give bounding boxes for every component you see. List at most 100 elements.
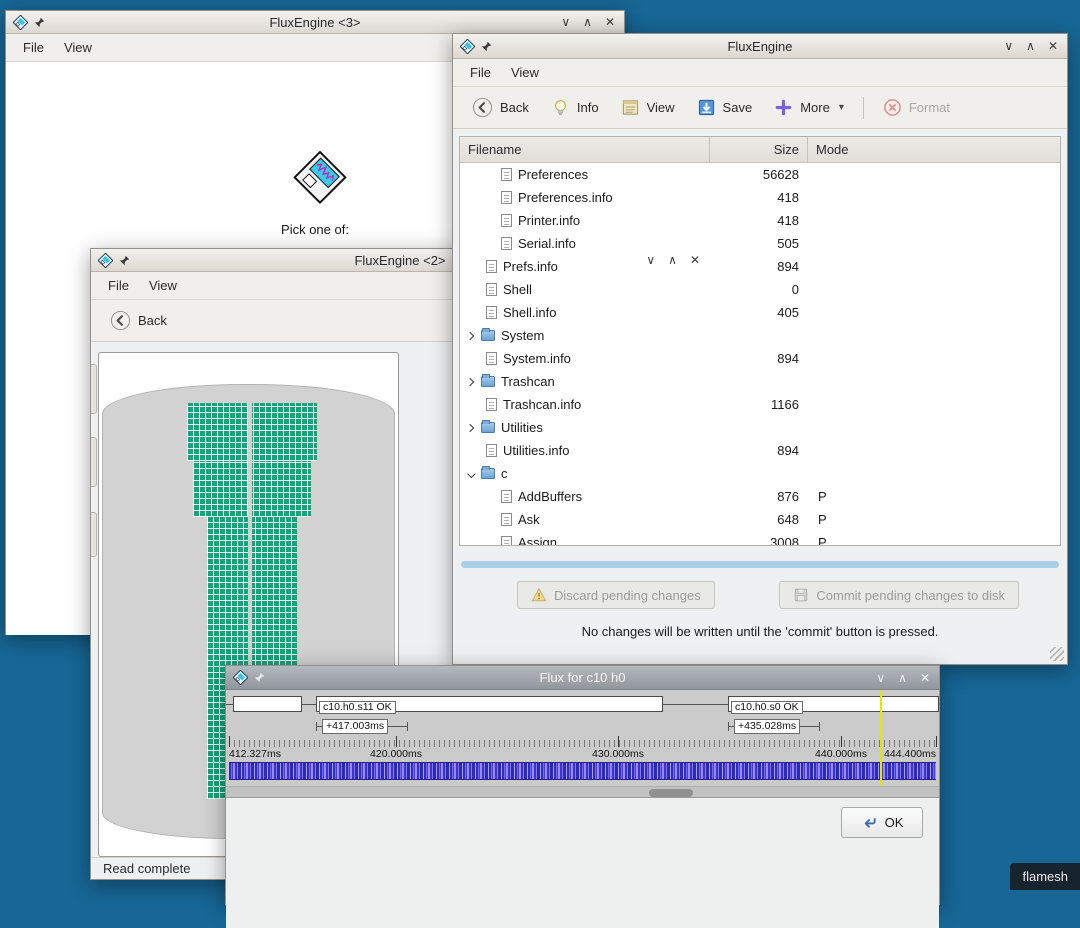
sector-box: c10.h0.s0 OK: [728, 696, 939, 712]
close-button[interactable]: ✕: [918, 670, 932, 686]
filename: Prefs.info: [503, 259, 558, 274]
table-row[interactable]: Utilities: [460, 416, 1060, 439]
menu-view[interactable]: View: [140, 274, 186, 297]
menu-view[interactable]: View: [502, 61, 548, 84]
close-button[interactable]: ✕: [688, 252, 702, 268]
pin-icon[interactable]: [119, 255, 130, 266]
app-icon[interactable]: [233, 670, 248, 685]
flameshot-tray-label[interactable]: flamesh: [1010, 863, 1080, 890]
pin-icon[interactable]: [254, 672, 265, 683]
table-row[interactable]: Shell.info 405: [460, 301, 1060, 324]
table-row[interactable]: Prefs.info 894: [460, 255, 1060, 278]
ruler-label: 430.000ms: [592, 748, 644, 760]
table-row[interactable]: Trashcan: [460, 370, 1060, 393]
resize-grip[interactable]: [1050, 647, 1064, 661]
flux-band[interactable]: [229, 762, 936, 780]
expander-icon[interactable]: [467, 469, 475, 477]
ruler-label: 412.327ms: [229, 748, 281, 760]
expander-icon[interactable]: [466, 331, 474, 339]
column-filename[interactable]: Filename: [460, 137, 710, 162]
toolbar-separator: [863, 97, 864, 119]
file-icon: [501, 536, 512, 546]
filename: Ask: [518, 512, 540, 527]
maximize-button[interactable]: ∧: [581, 14, 594, 30]
info-label: Info: [577, 100, 599, 115]
maximize-button[interactable]: ∧: [666, 252, 679, 268]
scrollbar-handle[interactable]: [649, 789, 693, 797]
expander-icon[interactable]: [466, 377, 474, 385]
minimize-button[interactable]: ∨: [559, 14, 572, 30]
table-row[interactable]: Assign 3008 P: [460, 531, 1060, 546]
back-button[interactable]: Back: [101, 305, 176, 336]
maximize-button[interactable]: ∧: [1024, 38, 1037, 54]
save-button[interactable]: Save: [688, 93, 762, 122]
format-button[interactable]: Format: [874, 93, 959, 122]
table-row[interactable]: Preferences.info 418: [460, 186, 1060, 209]
close-button[interactable]: ✕: [1046, 38, 1060, 54]
table-row[interactable]: Printer.info 418: [460, 209, 1060, 232]
pin-icon[interactable]: [34, 17, 45, 28]
commit-button[interactable]: Commit pending changes to disk: [779, 581, 1019, 609]
table-row[interactable]: Utilities.info 894: [460, 439, 1060, 462]
table-row[interactable]: System: [460, 324, 1060, 347]
column-mode[interactable]: Mode: [808, 137, 1060, 162]
minimize-button[interactable]: ∨: [874, 670, 887, 686]
info-icon: [551, 98, 570, 117]
menu-view[interactable]: View: [55, 36, 101, 59]
side-tab[interactable]: [91, 512, 97, 557]
table-row[interactable]: AddBuffers 876 P: [460, 485, 1060, 508]
ruler-major-tick: [618, 736, 619, 747]
back-button[interactable]: Back: [463, 92, 538, 123]
menu-file[interactable]: File: [99, 274, 138, 297]
column-size[interactable]: Size: [710, 137, 808, 162]
maximize-button[interactable]: ∧: [896, 670, 909, 686]
table-row[interactable]: Serial.info 505: [460, 232, 1060, 255]
minimize-button[interactable]: ∨: [1002, 38, 1015, 54]
file-size: 418: [710, 213, 808, 228]
view-button[interactable]: View: [612, 93, 684, 122]
table-row[interactable]: Ask 648 P: [460, 508, 1060, 531]
file-size: 876: [710, 489, 808, 504]
ok-button[interactable]: OK: [841, 807, 923, 838]
status-text: Read complete: [103, 861, 190, 876]
table-row[interactable]: System.info 894: [460, 347, 1060, 370]
titlebar[interactable]: FluxEngine ∨ ∧ ✕: [453, 34, 1067, 59]
close-button[interactable]: ✕: [603, 14, 617, 30]
flux-visualization[interactable]: c10.h0.s11 OK c10.h0.s0 OK +417.003ms +4…: [226, 690, 939, 798]
horizontal-scrollbar[interactable]: [461, 561, 1059, 568]
info-button[interactable]: Info: [542, 93, 608, 122]
table-row[interactable]: Preferences 56628: [460, 163, 1060, 186]
sector-grid-block[interactable]: [187, 403, 317, 461]
sector-label: c10.h0.s0 OK: [731, 701, 803, 714]
file-mode: P: [808, 512, 1060, 527]
filename: Shell.info: [503, 305, 556, 320]
app-icon[interactable]: [98, 253, 113, 268]
menu-file[interactable]: File: [461, 61, 500, 84]
folder-icon: [481, 468, 495, 479]
sector-grid-block[interactable]: [193, 461, 311, 517]
more-button[interactable]: More ▾: [765, 93, 853, 122]
filename: Preferences: [518, 167, 588, 182]
expander-icon[interactable]: [466, 423, 474, 431]
flux-scrollbar[interactable]: [226, 786, 939, 798]
file-icon: [486, 260, 497, 273]
titlebar[interactable]: FluxEngine <3> ∨ ∧ ✕: [6, 11, 624, 34]
back-label: Back: [500, 100, 529, 115]
side-tab[interactable]: [91, 364, 97, 414]
filename: System: [501, 328, 544, 343]
file-size: 894: [710, 351, 808, 366]
table-row[interactable]: Trashcan.info 1166: [460, 393, 1060, 416]
app-icon[interactable]: [460, 39, 475, 54]
minimize-button[interactable]: ∨: [644, 252, 657, 268]
file-size: 0: [710, 282, 808, 297]
discard-button[interactable]: Discard pending changes: [517, 581, 715, 609]
app-icon[interactable]: [13, 15, 28, 30]
filename: AddBuffers: [518, 489, 582, 504]
table-row[interactable]: Shell 0: [460, 278, 1060, 301]
titlebar[interactable]: Flux for c10 h0 ∨ ∧ ✕: [226, 666, 939, 690]
file-icon: [501, 513, 512, 526]
table-row[interactable]: c: [460, 462, 1060, 485]
side-tab[interactable]: [91, 437, 97, 487]
pin-icon[interactable]: [481, 41, 492, 52]
menu-file[interactable]: File: [14, 36, 53, 59]
